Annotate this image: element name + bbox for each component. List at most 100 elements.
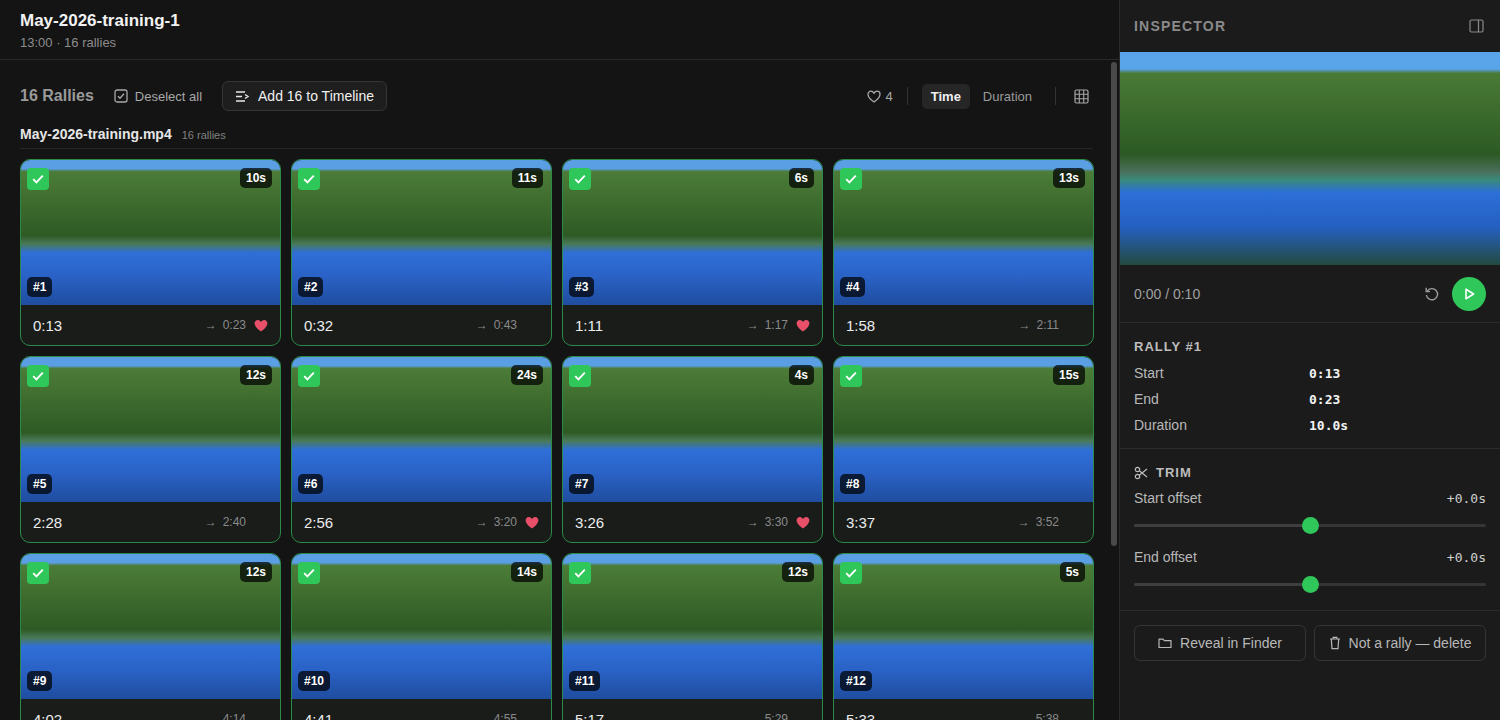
arrow-icon: →	[476, 515, 488, 529]
heart-icon	[525, 319, 539, 332]
deselect-all-button[interactable]: Deselect all	[108, 85, 208, 108]
rally-card[interactable]: 13s#41:58→2:11	[833, 159, 1094, 346]
favorite-toggle[interactable]	[525, 713, 539, 720]
slider-label-row: Start offset+0.0s	[1134, 486, 1486, 510]
rally-checkbox[interactable]	[298, 562, 320, 584]
toggle-inspector-button[interactable]	[1469, 19, 1484, 33]
add-label: Add 16 to Timeline	[258, 88, 374, 104]
rally-card[interactable]: 5s#125:33→5:38	[833, 553, 1094, 720]
scrollbar[interactable]	[1111, 62, 1117, 546]
rally-end: →4:55	[476, 712, 539, 720]
separator	[907, 87, 908, 105]
favorite-toggle[interactable]	[1067, 319, 1081, 332]
rally-checkbox[interactable]	[27, 562, 49, 584]
rally-checkbox[interactable]	[27, 168, 49, 190]
check-icon	[303, 568, 315, 578]
rally-start-time: 0:32	[304, 317, 333, 334]
sort-option[interactable]: Time	[922, 84, 970, 109]
favorite-toggle[interactable]	[1067, 713, 1081, 720]
rally-number-badge: #11	[569, 671, 600, 691]
rally-card[interactable]: 12s#52:28→2:40	[20, 356, 281, 543]
rally-card[interactable]: 12s#115:17→5:29	[562, 553, 823, 720]
add-to-timeline-button[interactable]: Add 16 to Timeline	[222, 81, 387, 111]
detail-label: End	[1134, 391, 1309, 407]
rally-card[interactable]: 12s#94:02→4:14	[20, 553, 281, 720]
rally-end-time: 4:55	[494, 712, 517, 720]
check-icon	[574, 568, 586, 578]
arrow-icon: →	[747, 515, 759, 529]
favorite-toggle[interactable]	[254, 319, 268, 332]
play-button[interactable]	[1452, 277, 1486, 311]
slider-thumb[interactable]	[1302, 517, 1319, 534]
rally-checkbox[interactable]	[27, 365, 49, 387]
favorite-toggle[interactable]	[1067, 516, 1081, 529]
rally-checkbox[interactable]	[569, 562, 591, 584]
rally-number-badge: #1	[27, 277, 52, 297]
duration-badge: 5s	[1060, 562, 1085, 582]
rally-card[interactable]: 6s#31:11→1:17	[562, 159, 823, 346]
rally-end-time: 0:43	[494, 318, 517, 332]
heart-icon	[254, 516, 268, 529]
rally-checkbox[interactable]	[569, 365, 591, 387]
rally-footer: 0:13→0:23	[21, 305, 280, 345]
rally-card[interactable]: 10s#10:13→0:23	[20, 159, 281, 346]
slider-thumb[interactable]	[1302, 576, 1319, 593]
rally-end: →5:38	[1018, 712, 1081, 720]
rally-thumbnail: 14s#10	[292, 554, 551, 699]
heart-icon	[796, 516, 810, 529]
rally-footer: 1:11→1:17	[563, 305, 822, 345]
rally-end-time: 4:14	[223, 712, 246, 720]
grid-view-button[interactable]	[1070, 89, 1093, 104]
rally-checkbox[interactable]	[840, 168, 862, 190]
duration-badge: 12s	[782, 562, 814, 582]
trim-title: TRIM	[1156, 465, 1192, 480]
heart-icon	[867, 90, 881, 103]
rally-number-badge: #6	[298, 474, 323, 494]
rally-card[interactable]: 4s#73:26→3:30	[562, 356, 823, 543]
play-icon	[1462, 287, 1476, 301]
rally-number-badge: #5	[27, 474, 52, 494]
rally-thumbnail: 24s#6	[292, 357, 551, 502]
trim-slider[interactable]	[1134, 524, 1486, 527]
favorite-toggle[interactable]	[796, 319, 810, 332]
rally-thumbnail: 12s #11	[563, 554, 822, 699]
rally-start-time: 5:17	[575, 711, 604, 720]
rally-end: →1:17	[747, 318, 810, 332]
favorite-toggle[interactable]	[254, 713, 268, 720]
rally-end-time: 3:20	[494, 515, 517, 529]
rally-checkbox[interactable]	[840, 562, 862, 584]
check-icon	[32, 174, 44, 184]
rally-card[interactable]: 15s#83:37→3:52	[833, 356, 1094, 543]
heart-icon	[525, 516, 539, 529]
favorite-toggle[interactable]	[796, 713, 810, 720]
rally-card[interactable]: 14s#104:41→4:55	[291, 553, 552, 720]
rally-checkbox[interactable]	[569, 168, 591, 190]
folder-icon	[1158, 637, 1172, 649]
reveal-button[interactable]: Reveal in Finder	[1134, 625, 1306, 661]
rally-thumbnail: 11s#2	[292, 160, 551, 305]
heart-icon	[1067, 319, 1081, 332]
rally-card[interactable]: 11s#20:32→0:43	[291, 159, 552, 346]
favorite-toggle[interactable]	[254, 516, 268, 529]
rally-card[interactable]: 24s#62:56→3:20	[291, 356, 552, 543]
favorite-toggle[interactable]	[796, 516, 810, 529]
rally-end: →2:11	[1019, 318, 1081, 332]
rally-end-time: 5:38	[1036, 712, 1059, 720]
favorite-toggle[interactable]	[525, 319, 539, 332]
replay-button[interactable]	[1424, 286, 1440, 302]
check-icon	[32, 568, 44, 578]
delete-button[interactable]: Not a rally — delete	[1314, 625, 1486, 661]
favorite-toggle[interactable]	[525, 516, 539, 529]
sort-option[interactable]: Duration	[974, 84, 1041, 109]
trim-slider[interactable]	[1134, 583, 1486, 586]
add-to-timeline-icon	[235, 90, 250, 103]
rally-end-time: 3:52	[1036, 515, 1059, 529]
rally-checkbox[interactable]	[298, 168, 320, 190]
rally-checkbox[interactable]	[840, 365, 862, 387]
favorites-filter[interactable]: 4	[867, 89, 893, 104]
rally-footer: 0:32→0:43	[292, 305, 551, 345]
check-icon	[845, 568, 857, 578]
slider-fill	[1134, 524, 1310, 527]
rally-checkbox[interactable]	[298, 365, 320, 387]
rally-end-time: 2:11	[1037, 318, 1059, 332]
